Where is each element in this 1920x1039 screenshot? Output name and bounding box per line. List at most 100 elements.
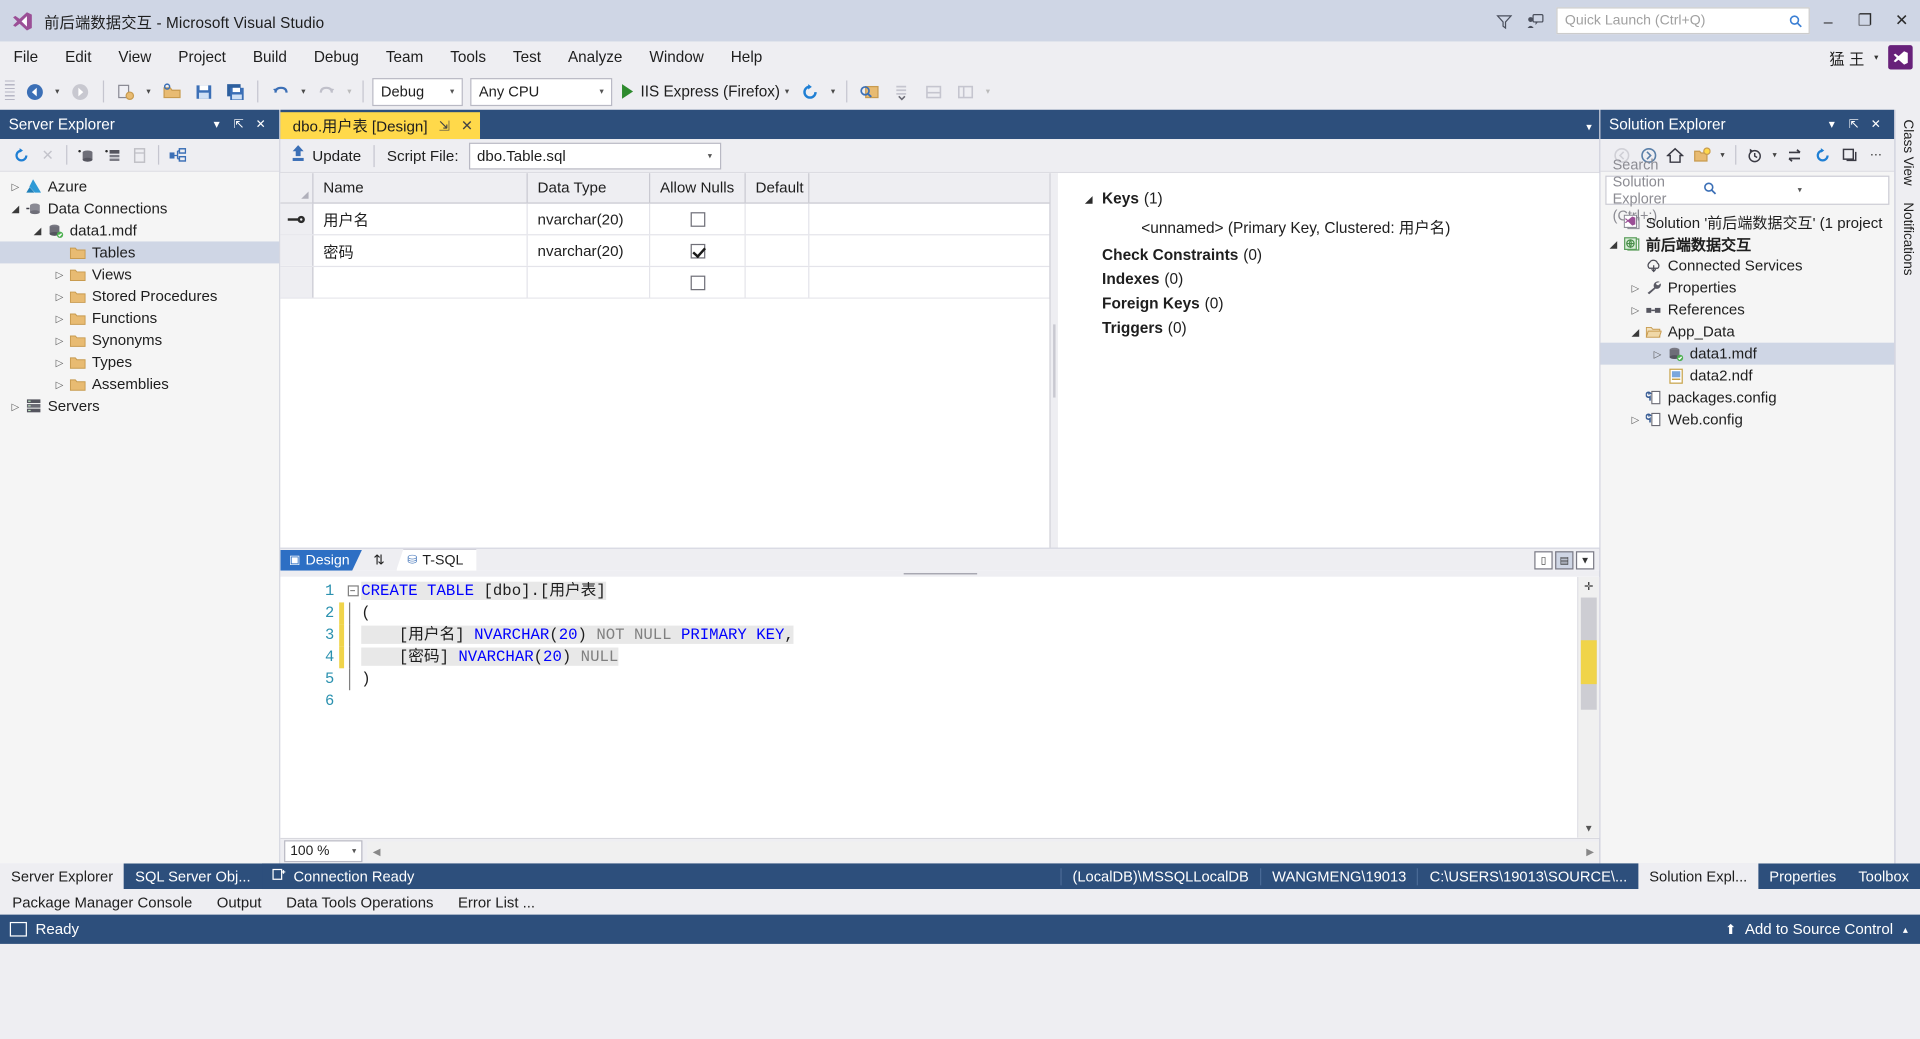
zoom-plus-icon[interactable]: ✛: [1582, 580, 1595, 593]
code-line[interactable]: [密码] NVARCHAR(20) NULL: [361, 646, 1577, 668]
expander-closed-icon[interactable]: ▷: [51, 335, 67, 346]
undo-icon[interactable]: [265, 77, 297, 106]
expander-open-icon[interactable]: ◢: [29, 225, 45, 236]
refresh-icon[interactable]: [794, 77, 826, 106]
vs-badge-icon[interactable]: [1888, 45, 1913, 70]
menu-view[interactable]: View: [105, 41, 165, 73]
maximize-button[interactable]: ❐: [1847, 0, 1884, 41]
grid-header-allow-nulls[interactable]: Allow Nulls: [650, 173, 746, 203]
navigate-back-icon[interactable]: [18, 77, 50, 106]
chevron-down-icon[interactable]: ▾: [1586, 121, 1592, 134]
cell-default[interactable]: [746, 203, 810, 235]
chevron-down-icon[interactable]: ▾: [1791, 185, 1888, 196]
server-tree-item[interactable]: ▷ Synonyms: [0, 329, 279, 351]
menu-analyze[interactable]: Analyze: [554, 41, 635, 73]
dock-tab-server-explorer[interactable]: Server Explorer: [0, 863, 125, 890]
designer-splitter[interactable]: [1050, 173, 1058, 548]
allow-nulls-checkbox[interactable]: [690, 274, 705, 290]
toolbar-grip[interactable]: [4, 80, 15, 103]
menu-file[interactable]: File: [0, 41, 52, 73]
menu-tools[interactable]: Tools: [437, 41, 500, 73]
chevron-down-icon[interactable]: ▾: [1768, 150, 1782, 160]
send-feedback-icon[interactable]: [1520, 6, 1552, 35]
server-tree-item[interactable]: ▷ Servers: [0, 395, 279, 417]
chevron-down-icon[interactable]: ▾: [141, 87, 155, 97]
expander-icon[interactable]: ◢: [1085, 193, 1102, 204]
chevron-down-icon[interactable]: ▾: [1874, 52, 1878, 63]
allow-nulls-checkbox[interactable]: [690, 211, 705, 227]
solution-explorer-tree[interactable]: Solution '前后端数据交互' (1 project ◢ 前后端数据交互 Con…: [1600, 209, 1895, 864]
server-tree-item[interactable]: ◢ Data Connections: [0, 198, 279, 220]
expander-open-icon[interactable]: ◢: [1605, 238, 1621, 249]
expander-open-icon[interactable]: ◢: [1627, 326, 1643, 337]
refresh-icon[interactable]: [7, 143, 34, 167]
expander-closed-icon[interactable]: ▷: [7, 181, 23, 192]
horizontal-scrollbar[interactable]: ◀ ▶: [367, 841, 1600, 861]
menu-debug[interactable]: Debug: [300, 41, 372, 73]
minimize-button[interactable]: –: [1810, 0, 1847, 41]
editor-scrollbar[interactable]: ✛ ▼: [1577, 576, 1600, 838]
scroll-down-arrow[interactable]: ▼: [1578, 819, 1600, 838]
expander-closed-icon[interactable]: ▷: [51, 291, 67, 302]
save-icon[interactable]: [187, 77, 219, 106]
expander-closed-icon[interactable]: ▷: [7, 401, 23, 412]
code-line[interactable]: [361, 690, 1577, 712]
cell-default[interactable]: [746, 267, 810, 298]
allow-nulls-checkbox[interactable]: [690, 243, 705, 258]
close-icon[interactable]: ✕: [250, 118, 279, 131]
foreign-keys-group[interactable]: Foreign Keys (0): [1102, 295, 1599, 312]
solution-tree-item[interactable]: packages.config: [1600, 387, 1894, 409]
sync-icon[interactable]: [1782, 143, 1809, 167]
server-tree-item[interactable]: ▷ Stored Procedures: [0, 285, 279, 307]
cell-name[interactable]: 密码: [313, 235, 528, 266]
solution-tree-item[interactable]: Solution '前后端数据交互' (1 project: [1600, 211, 1894, 233]
close-button[interactable]: ✕: [1883, 0, 1920, 42]
add-server-icon[interactable]: [99, 143, 126, 167]
search-icon[interactable]: [1697, 182, 1791, 199]
scroll-right-arrow[interactable]: ▶: [1581, 846, 1599, 857]
indexes-group[interactable]: Indexes (0): [1102, 271, 1599, 288]
platform-combo[interactable]: Any CPU ▾: [470, 77, 613, 106]
expander-closed-icon[interactable]: ▷: [1627, 414, 1643, 425]
solution-tree-item[interactable]: ▷ Properties: [1600, 277, 1894, 299]
grid-rows[interactable]: 用户名 nvarchar(20) 密码 nvarchar(20): [280, 203, 1050, 299]
pin-icon[interactable]: ⇱: [228, 118, 250, 131]
dock-tab-data-tools-operations[interactable]: Data Tools Operations: [274, 893, 446, 910]
code-line[interactable]: CREATE TABLE [dbo].[用户表]: [361, 580, 1577, 602]
check-constraints-group[interactable]: Check Constraints (0): [1102, 246, 1599, 263]
cell-name[interactable]: [313, 267, 528, 298]
server-tree-item[interactable]: ▷ Functions: [0, 307, 279, 329]
collapse-icon[interactable]: −: [347, 585, 359, 597]
overflow-icon[interactable]: ⋯: [1863, 143, 1890, 167]
chevron-down-icon[interactable]: ▾: [826, 87, 840, 97]
configuration-combo[interactable]: Debug ▾: [372, 77, 463, 106]
grid-header-name[interactable]: Name: [313, 173, 528, 203]
update-button[interactable]: Update: [312, 147, 361, 164]
server-tree-item[interactable]: ▷ Views: [0, 263, 279, 285]
dock-tab-properties[interactable]: Properties: [1758, 863, 1847, 889]
server-tree-item[interactable]: Tables: [0, 241, 280, 264]
cell-data-type[interactable]: nvarchar(20): [528, 203, 651, 235]
object-diagram-icon[interactable]: [164, 143, 191, 167]
menu-build[interactable]: Build: [239, 41, 300, 73]
find-in-files-icon[interactable]: [853, 77, 885, 106]
grid-header-data-type[interactable]: Data Type: [528, 173, 651, 203]
expander-closed-icon[interactable]: ▷: [51, 357, 67, 368]
dock-tab-error-list[interactable]: Error List ...: [446, 893, 548, 910]
expander-closed-icon[interactable]: ▷: [1627, 282, 1643, 293]
solution-tree-item[interactable]: Connected Services: [1600, 255, 1894, 277]
primary-key-item[interactable]: <unnamed> (Primary Key, Clustered: 用户名): [1141, 215, 1599, 238]
tab-tsql[interactable]: ⛁ T-SQL: [396, 548, 477, 571]
cell-allow-nulls[interactable]: [650, 235, 746, 266]
expander-closed-icon[interactable]: ▷: [51, 313, 67, 324]
server-tree-item[interactable]: ▷ Types: [0, 351, 279, 373]
solution-tree-item[interactable]: ▷ data1.mdf: [1600, 342, 1895, 365]
chevron-down-icon[interactable]: ▾: [1821, 118, 1843, 131]
table-row[interactable]: [280, 267, 1050, 299]
solution-tree-item[interactable]: ◢ App_Data: [1600, 321, 1894, 343]
code-text[interactable]: CREATE TABLE [dbo].[用户表]( [用户名] NVARCHAR…: [361, 577, 1577, 838]
menu-project[interactable]: Project: [165, 41, 240, 73]
close-icon[interactable]: ✕: [1865, 118, 1894, 131]
pin-icon[interactable]: ⇱: [1843, 118, 1865, 131]
solution-tree-item[interactable]: ▷ Web.config: [1600, 409, 1894, 431]
